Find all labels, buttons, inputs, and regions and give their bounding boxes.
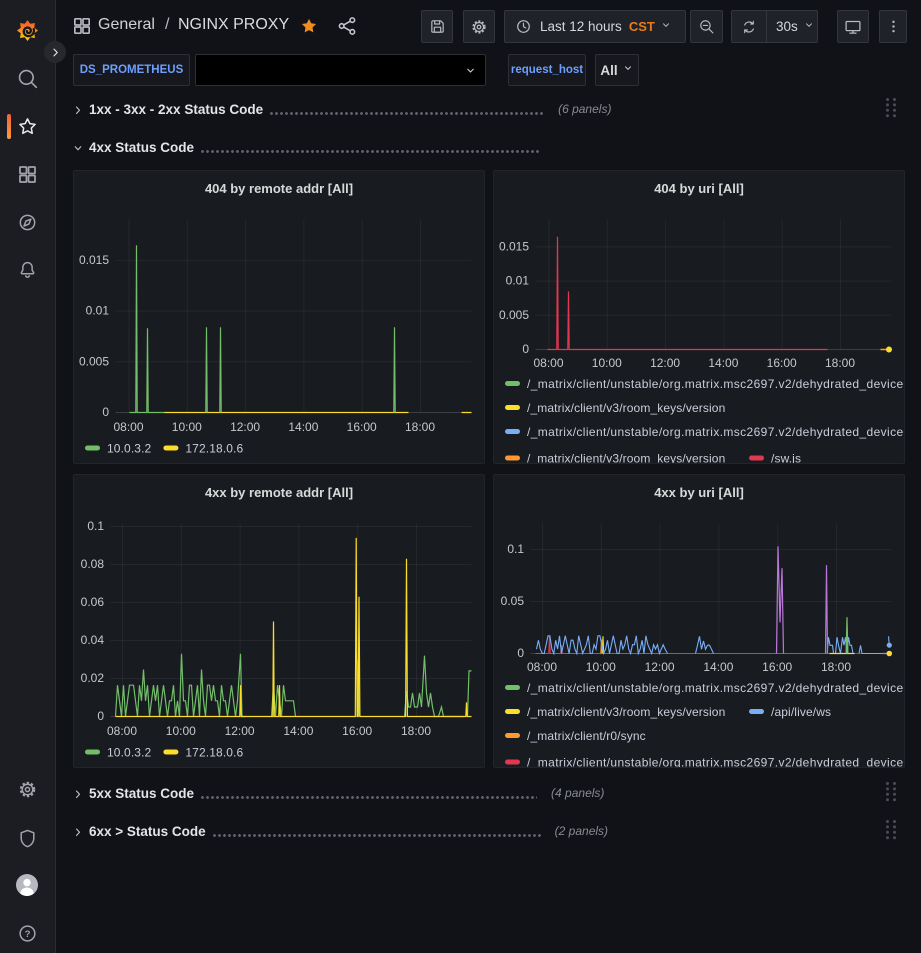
- svg-text:12:00: 12:00: [650, 356, 680, 370]
- svg-text:14:00: 14:00: [288, 420, 318, 434]
- svg-text:08:00: 08:00: [527, 660, 557, 674]
- svg-text:08:00: 08:00: [533, 356, 563, 370]
- svg-text:10:00: 10:00: [586, 660, 616, 674]
- svg-text:/_matrix/client/v3/room_keys/v: /_matrix/client/v3/room_keys/version: [527, 452, 725, 465]
- svg-text:12:00: 12:00: [230, 420, 260, 434]
- svg-text:10:00: 10:00: [166, 724, 196, 738]
- svg-text:/_matrix/client/unstable/org.m: /_matrix/client/unstable/org.matrix.msc2…: [527, 756, 904, 769]
- svg-text:18:00: 18:00: [401, 724, 431, 738]
- svg-text:/_matrix/client/unstable/org.m: /_matrix/client/unstable/org.matrix.msc2…: [527, 425, 904, 439]
- svg-text:16:00: 16:00: [762, 660, 792, 674]
- svg-text:172.18.0.6: 172.18.0.6: [185, 442, 243, 456]
- svg-text:12:00: 12:00: [225, 724, 255, 738]
- svg-text:14:00: 14:00: [283, 724, 313, 738]
- svg-text:16:00: 16:00: [342, 724, 372, 738]
- svg-text:0.01: 0.01: [86, 304, 110, 318]
- svg-text:/_matrix/client/unstable/org.m: /_matrix/client/unstable/org.matrix.msc2…: [527, 377, 904, 391]
- svg-text:10:00: 10:00: [592, 356, 622, 370]
- svg-text:08:00: 08:00: [113, 420, 143, 434]
- svg-text:0.1: 0.1: [507, 542, 524, 556]
- svg-text:/_matrix/client/v3/room_keys/v: /_matrix/client/v3/room_keys/version: [527, 401, 725, 415]
- svg-text:0.005: 0.005: [79, 354, 109, 368]
- svg-text:0.08: 0.08: [81, 557, 105, 571]
- svg-text:0.015: 0.015: [79, 253, 109, 267]
- svg-text:0: 0: [517, 646, 524, 660]
- svg-text:/sw.js: /sw.js: [771, 452, 801, 465]
- svg-text:18:00: 18:00: [405, 420, 435, 434]
- svg-text:/api/live/ws: /api/live/ws: [771, 705, 831, 719]
- svg-text:14:00: 14:00: [703, 660, 733, 674]
- svg-text:16:00: 16:00: [767, 356, 797, 370]
- svg-text:/_matrix/client/r0/sync: /_matrix/client/r0/sync: [527, 729, 646, 743]
- svg-text:0.015: 0.015: [499, 239, 529, 253]
- svg-text:0.01: 0.01: [506, 274, 530, 288]
- svg-text:18:00: 18:00: [825, 356, 855, 370]
- svg-text:0.02: 0.02: [81, 671, 105, 685]
- svg-text:14:00: 14:00: [708, 356, 738, 370]
- svg-text:16:00: 16:00: [347, 420, 377, 434]
- svg-text:/_matrix/client/v3/room_keys/v: /_matrix/client/v3/room_keys/version: [527, 705, 725, 719]
- svg-text:0.005: 0.005: [499, 308, 529, 322]
- svg-text:10.0.3.2: 10.0.3.2: [107, 442, 152, 456]
- svg-text:0.04: 0.04: [81, 633, 105, 647]
- svg-text:172.18.0.6: 172.18.0.6: [185, 746, 243, 760]
- svg-text:0.1: 0.1: [87, 519, 104, 533]
- svg-text:12:00: 12:00: [645, 660, 675, 674]
- svg-text:18:00: 18:00: [821, 660, 851, 674]
- svg-text:0: 0: [97, 709, 104, 723]
- svg-text:10.0.3.2: 10.0.3.2: [107, 746, 152, 760]
- svg-text:08:00: 08:00: [107, 724, 137, 738]
- svg-text:0: 0: [522, 342, 529, 356]
- svg-text:0.05: 0.05: [501, 594, 525, 608]
- svg-text:?: ?: [25, 929, 31, 940]
- svg-text:10:00: 10:00: [172, 420, 202, 434]
- svg-text:0: 0: [102, 405, 109, 419]
- svg-text:/_matrix/client/unstable/org.m: /_matrix/client/unstable/org.matrix.msc2…: [527, 681, 904, 695]
- svg-text:0.06: 0.06: [81, 595, 105, 609]
